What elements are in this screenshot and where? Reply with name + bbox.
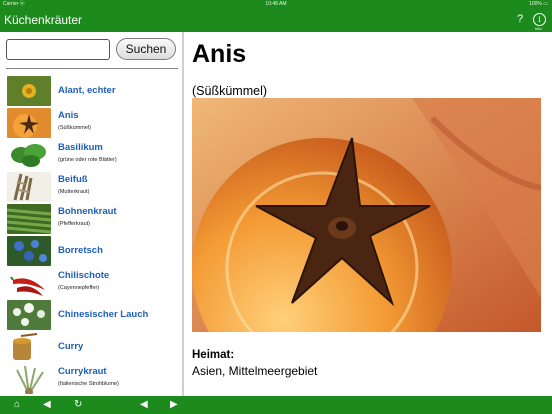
list-item[interactable]: Beifuß (Mutterkraut)	[0, 171, 182, 203]
info-icon[interactable]: i	[533, 13, 546, 26]
detail-panel: Anis (Süßkümmel) Heimat: Asien, Mittelme…	[186, 32, 552, 396]
list-item-name: Bohnenkraut	[58, 206, 117, 217]
list-item-name: Curry	[58, 341, 84, 352]
app: Carrier ⓦ 10:48 AM 100% ▭ Küchenkräuter …	[0, 0, 552, 414]
sidebar-divider	[6, 68, 178, 69]
list-item-subtitle: (Mutterkraut)	[58, 189, 90, 195]
bottom-toolbar: ⌂ ◀ ↻ ◀ ▶	[0, 396, 552, 414]
thumbnail-image	[7, 236, 51, 266]
herb-list[interactable]: Alant, echter Anis (Süßkümmel) Basilikum…	[0, 75, 182, 395]
app-title: Küchenkräuter	[4, 13, 83, 27]
info-caption: Info	[535, 26, 542, 31]
list-item-subtitle: (Pfefferkraut)	[58, 221, 90, 227]
sidebar: Suchen Alant, echter Anis (Süßkümmel) Ba…	[0, 32, 184, 396]
clock: 10:48 AM	[265, 1, 287, 7]
list-item-subtitle: (Cayennepfeffer)	[58, 285, 100, 291]
origin-label: Heimat:	[192, 349, 235, 361]
list-item-name: Alant, echter	[58, 85, 116, 96]
thumbnail-image	[7, 268, 51, 298]
list-item[interactable]: Basilikum (grüne oder rote Blätter)	[0, 139, 182, 171]
list-item-name: Chinesischer Lauch	[58, 309, 149, 320]
list-item[interactable]: Chinesischer Lauch	[0, 299, 182, 331]
list-item-subtitle: (Italienische Strohblume)	[58, 381, 119, 387]
detail-subtitle: (Süßkümmel)	[192, 84, 268, 98]
refresh-icon[interactable]: ↻	[74, 399, 82, 411]
list-item-name: Currykraut	[58, 366, 107, 377]
list-item-name: Chilischote	[58, 270, 110, 281]
thumbnail-image	[7, 300, 51, 330]
detail-title: Anis	[192, 40, 247, 68]
thumbnail-image	[7, 108, 51, 138]
list-item[interactable]: Anis (Süßkümmel)	[0, 107, 182, 139]
list-item[interactable]: Bohnenkraut (Pfefferkraut)	[0, 203, 182, 235]
previous-icon[interactable]: ◀	[140, 399, 148, 411]
list-item[interactable]: Alant, echter	[0, 75, 182, 107]
list-item-name: Borretsch	[58, 245, 103, 256]
list-item[interactable]: Currykraut (Italienische Strohblume)	[0, 363, 182, 395]
list-item[interactable]: Curry	[0, 331, 182, 363]
list-item[interactable]: Borretsch	[0, 235, 182, 267]
thumbnail-image	[7, 172, 51, 202]
list-item[interactable]: Chilischote (Cayennepfeffer)	[0, 267, 182, 299]
nav-bar: Küchenkräuter ? i Info	[0, 9, 552, 32]
list-item-name: Anis	[58, 110, 79, 121]
help-icon[interactable]: ?	[514, 13, 526, 25]
thumbnail-image	[7, 204, 51, 234]
thumbnail-image	[7, 76, 51, 106]
list-item-subtitle: (grüne oder rote Blätter)	[58, 157, 117, 163]
thumbnail-image	[7, 332, 51, 362]
thumbnail-image	[7, 364, 51, 394]
status-bar: Carrier ⓦ 10:48 AM 100% ▭	[0, 0, 552, 9]
battery-indicator: 100% ▭	[529, 1, 548, 7]
back-icon[interactable]: ◀	[43, 399, 51, 411]
home-icon[interactable]: ⌂	[14, 399, 20, 411]
thumbnail-image	[7, 140, 51, 170]
origin-value: Asien, Mittelmeergebiet	[192, 364, 318, 378]
herb-photo	[192, 98, 541, 332]
list-item-subtitle: (Süßkümmel)	[58, 125, 92, 131]
list-item-name: Basilikum	[58, 142, 103, 153]
search-input[interactable]	[6, 39, 110, 60]
list-item-name: Beifuß	[58, 174, 88, 185]
next-icon[interactable]: ▶	[170, 399, 178, 411]
search-button[interactable]: Suchen	[116, 38, 176, 60]
